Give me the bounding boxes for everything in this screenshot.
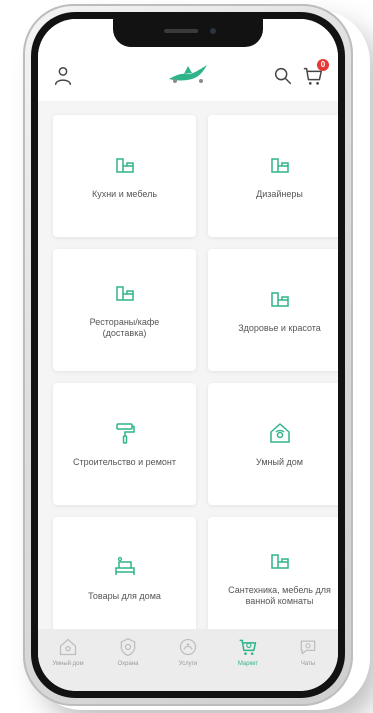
home-icon — [58, 637, 78, 657]
bottom-tab-bar: Умный дом Охрана Услуги Маркет Чаты — [38, 629, 338, 691]
app-screen: 0 Кухни и мебель Дизайнеры Рестораны/каф… — [38, 19, 338, 691]
user-icon — [54, 67, 72, 85]
category-card-construction[interactable]: Строительство и ремонт — [53, 383, 196, 505]
bird-logo — [166, 61, 210, 85]
sofa-icon — [113, 153, 137, 177]
category-card-smart-home[interactable]: Умный дом — [208, 383, 338, 505]
tab-label: Умный дом — [52, 661, 84, 667]
category-grid: Кухни и мебель Дизайнеры Рестораны/кафе … — [53, 115, 338, 639]
smart-home-icon — [268, 421, 292, 445]
category-label: Кухни и мебель — [91, 188, 158, 199]
category-label: Умный дом — [256, 456, 303, 467]
category-card-plumbing[interactable]: Сантехника, мебель для ванной комнаты — [208, 517, 338, 639]
category-label: Сантехника, мебель для ванной комнаты — [228, 585, 331, 606]
category-card-designers[interactable]: Дизайнеры — [208, 115, 338, 237]
device-mockup: 0 Кухни и мебель Дизайнеры Рестораны/каф… — [0, 0, 373, 713]
tab-security[interactable]: Охрана — [101, 637, 155, 667]
category-card-restaurants[interactable]: Рестораны/кафе (доставка) — [53, 249, 196, 371]
cart-button[interactable]: 0 — [302, 59, 329, 87]
category-label: Дизайнеры — [256, 188, 303, 199]
category-label: Здоровье и красота — [238, 322, 321, 333]
furniture-icon — [113, 555, 137, 579]
chat-icon — [298, 637, 318, 657]
tab-market[interactable]: Маркет — [221, 637, 275, 667]
category-card-home-goods[interactable]: Товары для дома — [53, 517, 196, 639]
paint-roller-icon — [113, 421, 137, 445]
search-button[interactable] — [272, 65, 294, 87]
phone-bezel: 0 Кухни и мебель Дизайнеры Рестораны/каф… — [31, 12, 345, 698]
tab-smart-home[interactable]: Умный дом — [41, 637, 95, 667]
tab-label: Услуги — [178, 661, 198, 667]
sofa-icon — [268, 153, 292, 177]
phone-frame: 0 Кухни и мебель Дизайнеры Рестораны/каф… — [23, 4, 353, 706]
category-card-health[interactable]: Здоровье и красота — [208, 249, 338, 371]
speaker — [164, 29, 199, 33]
tab-chats[interactable]: Чаты — [281, 637, 335, 667]
sofa-icon — [113, 281, 137, 305]
category-label: Рестораны/кафе (доставка) — [89, 317, 160, 338]
services-icon — [178, 637, 198, 657]
tab-label: Охрана — [117, 661, 139, 667]
cart-badge: 0 — [317, 59, 329, 71]
tab-label: Чаты — [300, 661, 316, 667]
notch — [113, 19, 263, 47]
sofa-icon — [268, 287, 292, 311]
search-icon — [274, 67, 292, 85]
camera — [210, 28, 216, 34]
category-card-kitchens[interactable]: Кухни и мебель — [53, 115, 196, 237]
tab-services[interactable]: Услуги — [161, 637, 215, 667]
sofa-icon — [268, 549, 292, 573]
category-label: Строительство и ремонт — [73, 456, 176, 467]
market-cart-icon — [238, 637, 258, 657]
category-label: Товары для дома — [88, 590, 161, 601]
shield-icon — [118, 637, 138, 657]
profile-button[interactable] — [52, 65, 74, 87]
tab-label: Маркет — [237, 661, 259, 667]
